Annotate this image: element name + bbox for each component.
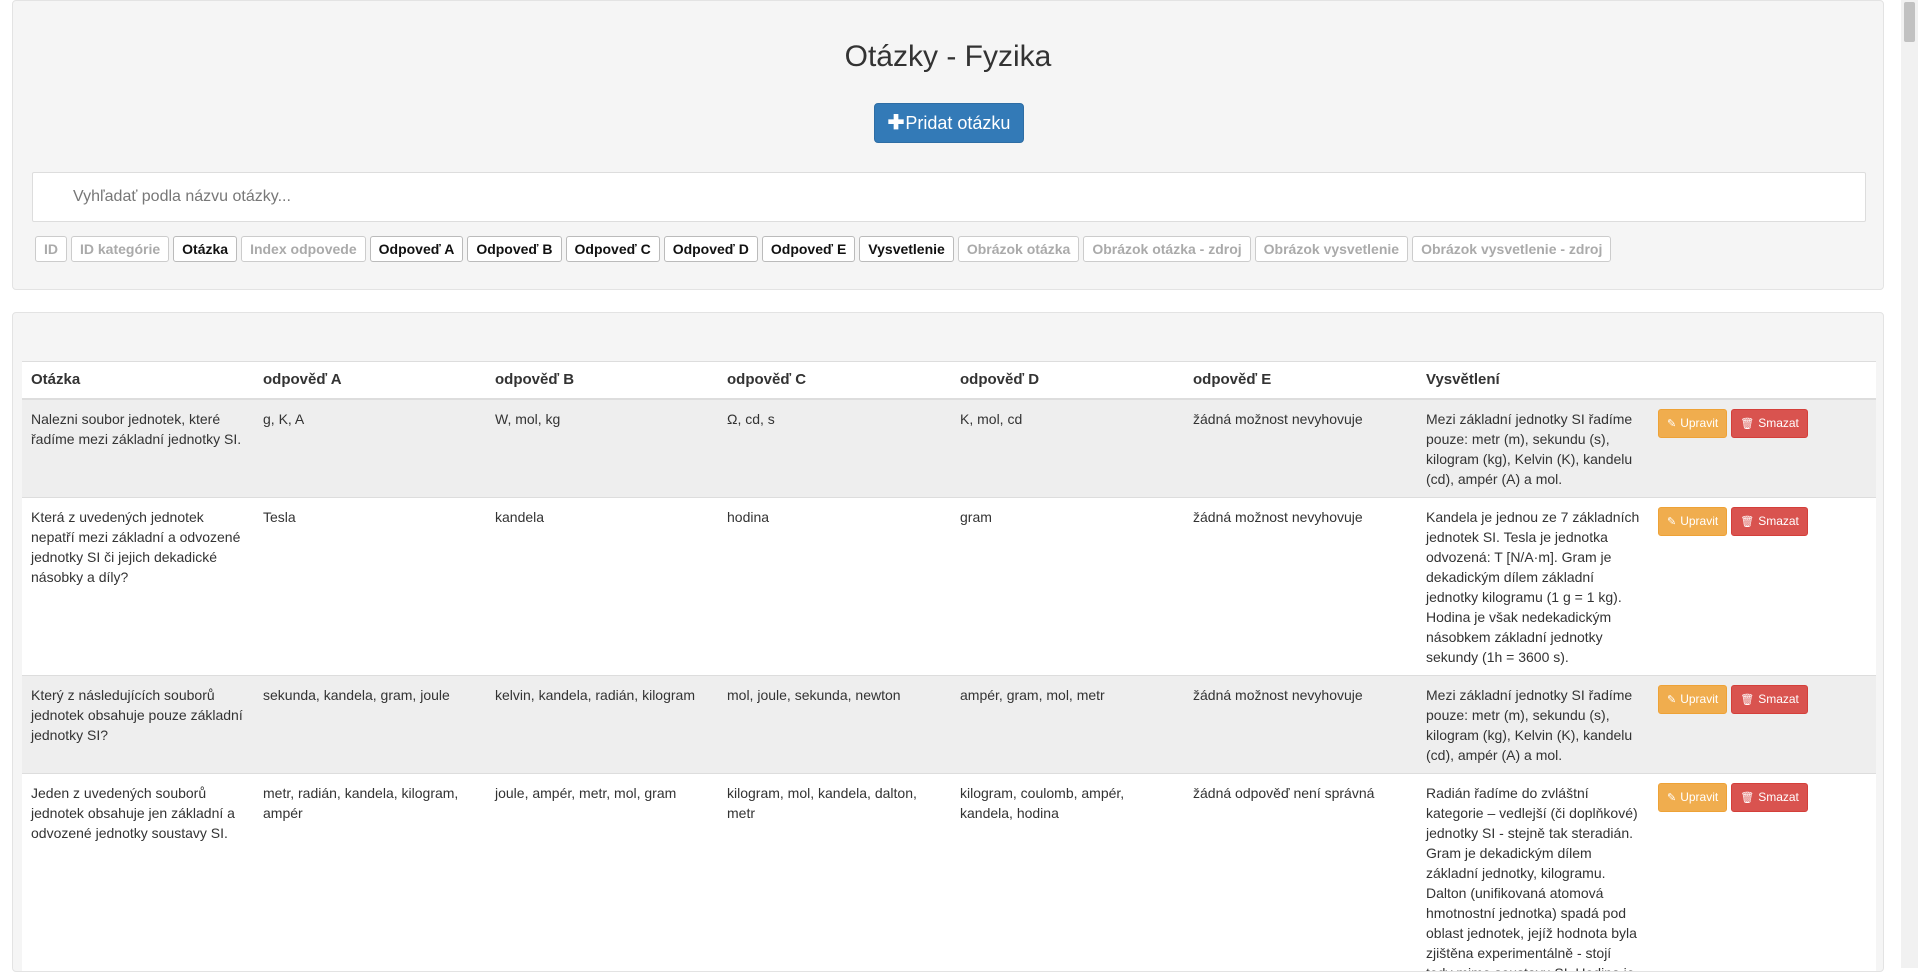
column-toggle-obr-zok-vysvetlenie[interactable]: Obrázok vysvetlenie — [1254, 236, 1409, 262]
column-toggle-odpove-a[interactable]: Odpoveď A — [369, 236, 464, 262]
add-question-label: Pridat otázku — [905, 112, 1011, 133]
column-toggle-odpove-c[interactable]: Odpoveď C — [565, 236, 660, 262]
edit-icon: ✎ — [1667, 693, 1677, 706]
explanation-cell: Mezi základní jednotky SI řadíme pouze: … — [1417, 674, 1649, 773]
trash-icon: 🗑 — [1740, 791, 1755, 804]
edit-icon: ✎ — [1667, 515, 1677, 528]
add-question-button[interactable]: ✚ Pridat otázku — [874, 103, 1024, 143]
page-scrollbar[interactable] — [1901, 0, 1918, 968]
search-input[interactable] — [32, 172, 1866, 222]
answer-c-cell: kilogram, mol, kandela, dalton, metr — [718, 772, 951, 971]
plus-icon: ✚ — [887, 112, 905, 134]
delete-button[interactable]: 🗑 Smazat — [1731, 506, 1808, 536]
header-question[interactable]: Otázka — [22, 361, 254, 400]
table-header-row: Otázka odpověď A odpověď B odpověď C odp… — [22, 361, 1876, 400]
page-title: Otázky - Fyzika — [844, 40, 1052, 73]
trash-icon: 🗑 — [1740, 515, 1755, 528]
edit-icon: ✎ — [1667, 417, 1677, 430]
column-toggles: ID ID kategórie Otázka Index odpovede Odpove… — [35, 236, 1612, 262]
edit-button[interactable]: ✎ Upravit — [1658, 684, 1728, 714]
edit-icon: ✎ — [1667, 791, 1677, 804]
row-actions: ✎ Upravit 🗑 Smazat — [1649, 772, 1876, 971]
table-panel: Otázka odpověď A odpověď B odpověď C odp… — [12, 312, 1884, 972]
column-toggle-id[interactable]: ID — [35, 236, 67, 262]
table-row: Která z uvedených jednotek nepatří mezi … — [22, 496, 1876, 675]
trash-icon: 🗑 — [1740, 693, 1755, 706]
column-toggle-vysvetlenie[interactable]: Vysvetlenie — [859, 236, 954, 262]
question-cell: Jeden z uvedených souborů jednotek obsah… — [22, 772, 254, 971]
answer-e-cell: žádná odpověď není správná — [1184, 772, 1417, 971]
answer-e-cell: žádná možnost nevyhovuje — [1184, 674, 1417, 773]
explanation-cell: Mezi základní jednotky SI řadíme pouze: … — [1417, 398, 1649, 497]
answer-d-cell: gram — [951, 496, 1184, 675]
answer-c-cell: mol, joule, sekunda, newton — [718, 674, 951, 773]
answer-c-cell: hodina — [718, 496, 951, 675]
question-cell: Nalezni soubor jednotek, které řadíme me… — [22, 398, 254, 497]
answer-d-cell: K, mol, cd — [951, 398, 1184, 497]
row-actions: ✎ Upravit 🗑 Smazat — [1649, 496, 1876, 675]
column-toggle-ot-zka[interactable]: Otázka — [173, 236, 238, 262]
answer-b-cell: kelvin, kandela, radián, kilogram — [486, 674, 718, 773]
answer-b-cell: joule, ampér, metr, mol, gram — [486, 772, 718, 971]
delete-label: Smazat — [1758, 790, 1799, 804]
header-explanation[interactable]: Vysvětlení — [1417, 361, 1649, 400]
row-actions: ✎ Upravit 🗑 Smazat — [1649, 398, 1876, 497]
table-row: Který z následujících souborů jednotek o… — [22, 674, 1876, 773]
scrollbar-thumb[interactable] — [1904, 2, 1915, 42]
delete-label: Smazat — [1758, 416, 1799, 430]
column-toggle-index-odpovede[interactable]: Index odpovede — [241, 236, 366, 262]
question-cell: Která z uvedených jednotek nepatří mezi … — [22, 496, 254, 675]
edit-label: Upravit — [1680, 416, 1719, 430]
explanation-cell: Kandela je jednou ze 7 základních jednot… — [1417, 496, 1649, 675]
column-toggle-odpove-e[interactable]: Odpoveď E — [761, 236, 856, 262]
answer-d-cell: kilogram, coulomb, ampér, kandela, hodin… — [951, 772, 1184, 971]
column-toggle-obr-zok-ot-zka-zdroj[interactable]: Obrázok otázka - zdroj — [1083, 236, 1251, 262]
column-toggle-obr-zok-ot-zka[interactable]: Obrázok otázka — [957, 236, 1080, 262]
answer-e-cell: žádná možnost nevyhovuje — [1184, 496, 1417, 675]
edit-label: Upravit — [1680, 514, 1719, 528]
header-answer-c[interactable]: odpověď C — [718, 361, 951, 400]
question-cell: Který z následujících souborů jednotek o… — [22, 674, 254, 773]
delete-button[interactable]: 🗑 Smazat — [1731, 782, 1808, 812]
answer-a-cell: metr, radián, kandela, kilogram, ampér — [254, 772, 486, 971]
header-actions — [1649, 361, 1876, 400]
answer-a-cell: g, K, A — [254, 398, 486, 497]
header-answer-a[interactable]: odpověď A — [254, 361, 486, 400]
header-answer-d[interactable]: odpověď D — [951, 361, 1184, 400]
column-toggle-id-kateg-rie[interactable]: ID kategórie — [71, 236, 170, 262]
delete-label: Smazat — [1758, 514, 1799, 528]
table-row: Jeden z uvedených souborů jednotek obsah… — [22, 772, 1876, 971]
header-panel: Otázky - Fyzika ✚ Pridat otázku IDID kat… — [12, 0, 1884, 290]
delete-label: Smazat — [1758, 692, 1799, 706]
edit-label: Upravit — [1680, 790, 1719, 804]
answer-b-cell: W, mol, kg — [486, 398, 718, 497]
answer-a-cell: sekunda, kandela, gram, joule — [254, 674, 486, 773]
header-answer-b[interactable]: odpověď B — [486, 361, 718, 400]
table-row: Nalezni soubor jednotek, které řadíme me… — [22, 398, 1876, 497]
column-toggle-odpove-d[interactable]: Odpoveď D — [663, 236, 758, 262]
trash-icon: 🗑 — [1740, 417, 1755, 430]
header-answer-e[interactable]: odpověď E — [1184, 361, 1417, 400]
answer-c-cell: Ω, cd, s — [718, 398, 951, 497]
edit-label: Upravit — [1680, 692, 1719, 706]
delete-button[interactable]: 🗑 Smazat — [1731, 408, 1808, 438]
row-actions: ✎ Upravit 🗑 Smazat — [1649, 674, 1876, 773]
answer-a-cell: Tesla — [254, 496, 486, 675]
answer-e-cell: žádná možnost nevyhovuje — [1184, 398, 1417, 497]
column-toggle-obr-zok-vysvetlenie-zdroj[interactable]: Obrázok vysvetlenie - zdroj — [1412, 236, 1612, 262]
column-toggle-odpove-b[interactable]: Odpoveď B — [467, 236, 562, 262]
delete-button[interactable]: 🗑 Smazat — [1731, 684, 1808, 714]
answer-b-cell: kandela — [486, 496, 718, 675]
edit-button[interactable]: ✎ Upravit — [1658, 408, 1728, 438]
explanation-cell: Radián řadíme do zvláštní kategorie – ve… — [1417, 772, 1649, 971]
answer-d-cell: ampér, gram, mol, metr — [951, 674, 1184, 773]
questions-table: Otázka odpověď A odpověď B odpověď C odp… — [22, 361, 1876, 971]
edit-button[interactable]: ✎ Upravit — [1658, 506, 1728, 536]
edit-button[interactable]: ✎ Upravit — [1658, 782, 1728, 812]
